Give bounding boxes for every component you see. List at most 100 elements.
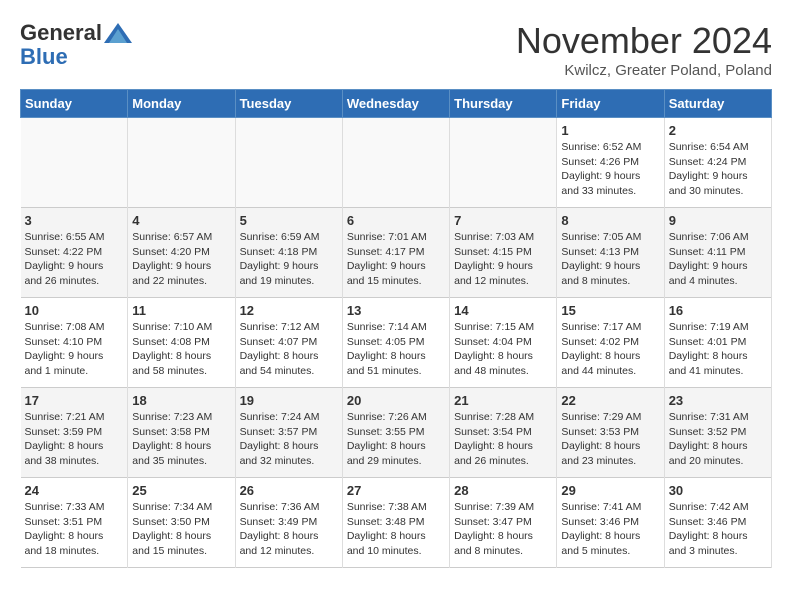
calendar-header-row: SundayMondayTuesdayWednesdayThursdayFrid… xyxy=(21,90,772,118)
month-title: November 2024 xyxy=(516,20,772,62)
weekday-header: Sunday xyxy=(21,90,128,118)
calendar-cell: 5 Sunrise: 6:59 AM Sunset: 4:18 PM Daylig… xyxy=(235,208,342,298)
day-info: Sunrise: 6:59 AM Sunset: 4:18 PM Dayligh… xyxy=(240,230,338,289)
day-info: Sunrise: 6:54 AM Sunset: 4:24 PM Dayligh… xyxy=(669,140,767,199)
day-number: 14 xyxy=(454,303,552,318)
calendar-cell: 6 Sunrise: 7:01 AM Sunset: 4:17 PM Daylig… xyxy=(342,208,449,298)
calendar-cell: 8Sunrise: 7:05 AM Sunset: 4:13 PM Daylig… xyxy=(557,208,664,298)
calendar-cell: 25 Sunrise: 7:34 AM Sunset: 3:50 PM Dayli… xyxy=(128,478,235,568)
calendar-cell xyxy=(128,118,235,208)
calendar-week-row: 3 Sunrise: 6:55 AM Sunset: 4:22 PM Daylig… xyxy=(21,208,772,298)
day-number: 8 xyxy=(561,213,659,228)
calendar-cell: 9 Sunrise: 7:06 AM Sunset: 4:11 PM Daylig… xyxy=(664,208,771,298)
calendar-table: SundayMondayTuesdayWednesdayThursdayFrid… xyxy=(20,89,772,568)
day-info: Sunrise: 7:10 AM Sunset: 4:08 PM Dayligh… xyxy=(132,320,230,379)
day-info: Sunrise: 6:52 AM Sunset: 4:26 PM Dayligh… xyxy=(561,140,659,199)
day-info: Sunrise: 7:01 AM Sunset: 4:17 PM Dayligh… xyxy=(347,230,445,289)
day-info: Sunrise: 7:38 AM Sunset: 3:48 PM Dayligh… xyxy=(347,500,445,559)
day-number: 29 xyxy=(561,483,659,498)
day-info: Sunrise: 7:06 AM Sunset: 4:11 PM Dayligh… xyxy=(669,230,767,289)
calendar-cell: 7Sunrise: 7:03 AM Sunset: 4:15 PM Daylig… xyxy=(450,208,557,298)
day-info: Sunrise: 7:21 AM Sunset: 3:59 PM Dayligh… xyxy=(25,410,124,469)
calendar-cell: 12 Sunrise: 7:12 AM Sunset: 4:07 PM Dayli… xyxy=(235,298,342,388)
logo-icon xyxy=(104,23,132,43)
day-info: Sunrise: 7:29 AM Sunset: 3:53 PM Dayligh… xyxy=(561,410,659,469)
calendar-cell: 19 Sunrise: 7:24 AM Sunset: 3:57 PM Dayli… xyxy=(235,388,342,478)
day-info: Sunrise: 7:24 AM Sunset: 3:57 PM Dayligh… xyxy=(240,410,338,469)
page-header: General Blue November 2024 Kwilcz, Great… xyxy=(20,20,772,79)
calendar-cell: 2Sunrise: 6:54 AM Sunset: 4:24 PM Daylig… xyxy=(664,118,771,208)
calendar-cell: 11 Sunrise: 7:10 AM Sunset: 4:08 PM Dayli… xyxy=(128,298,235,388)
calendar-cell: 27 Sunrise: 7:38 AM Sunset: 3:48 PM Dayli… xyxy=(342,478,449,568)
calendar-cell: 3 Sunrise: 6:55 AM Sunset: 4:22 PM Daylig… xyxy=(21,208,128,298)
calendar-cell: 26 Sunrise: 7:36 AM Sunset: 3:49 PM Dayli… xyxy=(235,478,342,568)
day-number: 12 xyxy=(240,303,338,318)
day-number: 1 xyxy=(561,123,659,138)
calendar-week-row: 24 Sunrise: 7:33 AM Sunset: 3:51 PM Dayli… xyxy=(21,478,772,568)
day-number: 3 xyxy=(25,213,124,228)
day-number: 19 xyxy=(240,393,338,408)
calendar-cell: 1 Sunrise: 6:52 AM Sunset: 4:26 PM Daylig… xyxy=(557,118,664,208)
weekday-header: Saturday xyxy=(664,90,771,118)
day-number: 7 xyxy=(454,213,552,228)
calendar-cell: 23Sunrise: 7:31 AM Sunset: 3:52 PM Dayli… xyxy=(664,388,771,478)
day-info: Sunrise: 7:17 AM Sunset: 4:02 PM Dayligh… xyxy=(561,320,659,379)
day-number: 13 xyxy=(347,303,445,318)
calendar-cell xyxy=(450,118,557,208)
day-info: Sunrise: 6:55 AM Sunset: 4:22 PM Dayligh… xyxy=(25,230,124,289)
day-number: 27 xyxy=(347,483,445,498)
day-number: 28 xyxy=(454,483,552,498)
day-number: 11 xyxy=(132,303,230,318)
day-info: Sunrise: 7:23 AM Sunset: 3:58 PM Dayligh… xyxy=(132,410,230,469)
calendar-cell: 28 Sunrise: 7:39 AM Sunset: 3:47 PM Dayli… xyxy=(450,478,557,568)
calendar-cell: 13Sunrise: 7:14 AM Sunset: 4:05 PM Dayli… xyxy=(342,298,449,388)
weekday-header: Monday xyxy=(128,90,235,118)
day-number: 9 xyxy=(669,213,767,228)
day-number: 24 xyxy=(25,483,124,498)
calendar-cell xyxy=(235,118,342,208)
calendar-week-row: 17 Sunrise: 7:21 AM Sunset: 3:59 PM Dayli… xyxy=(21,388,772,478)
day-number: 30 xyxy=(669,483,767,498)
day-number: 15 xyxy=(561,303,659,318)
day-number: 5 xyxy=(240,213,338,228)
day-info: Sunrise: 7:39 AM Sunset: 3:47 PM Dayligh… xyxy=(454,500,552,559)
day-info: Sunrise: 7:26 AM Sunset: 3:55 PM Dayligh… xyxy=(347,410,445,469)
calendar-cell: 30 Sunrise: 7:42 AM Sunset: 3:46 PM Dayli… xyxy=(664,478,771,568)
calendar-cell: 18Sunrise: 7:23 AM Sunset: 3:58 PM Dayli… xyxy=(128,388,235,478)
weekday-header: Tuesday xyxy=(235,90,342,118)
day-info: Sunrise: 7:41 AM Sunset: 3:46 PM Dayligh… xyxy=(561,500,659,559)
day-number: 16 xyxy=(669,303,767,318)
calendar-cell: 14 Sunrise: 7:15 AM Sunset: 4:04 PM Dayli… xyxy=(450,298,557,388)
calendar-cell xyxy=(21,118,128,208)
logo-blue-text: Blue xyxy=(20,44,68,69)
logo: General Blue xyxy=(20,20,132,70)
day-info: Sunrise: 7:08 AM Sunset: 4:10 PM Dayligh… xyxy=(25,320,124,379)
day-number: 6 xyxy=(347,213,445,228)
day-info: Sunrise: 7:36 AM Sunset: 3:49 PM Dayligh… xyxy=(240,500,338,559)
calendar-cell: 21Sunrise: 7:28 AM Sunset: 3:54 PM Dayli… xyxy=(450,388,557,478)
weekday-header: Friday xyxy=(557,90,664,118)
calendar-week-row: 1 Sunrise: 6:52 AM Sunset: 4:26 PM Daylig… xyxy=(21,118,772,208)
title-block: November 2024 Kwilcz, Greater Poland, Po… xyxy=(516,20,772,79)
calendar-cell: 22Sunrise: 7:29 AM Sunset: 3:53 PM Dayli… xyxy=(557,388,664,478)
calendar-cell: 29 Sunrise: 7:41 AM Sunset: 3:46 PM Dayli… xyxy=(557,478,664,568)
day-info: Sunrise: 6:57 AM Sunset: 4:20 PM Dayligh… xyxy=(132,230,230,289)
day-info: Sunrise: 7:15 AM Sunset: 4:04 PM Dayligh… xyxy=(454,320,552,379)
day-number: 25 xyxy=(132,483,230,498)
day-number: 4 xyxy=(132,213,230,228)
day-info: Sunrise: 7:33 AM Sunset: 3:51 PM Dayligh… xyxy=(25,500,124,559)
day-info: Sunrise: 7:42 AM Sunset: 3:46 PM Dayligh… xyxy=(669,500,767,559)
day-number: 21 xyxy=(454,393,552,408)
calendar-week-row: 10Sunrise: 7:08 AM Sunset: 4:10 PM Dayli… xyxy=(21,298,772,388)
calendar-cell: 16Sunrise: 7:19 AM Sunset: 4:01 PM Dayli… xyxy=(664,298,771,388)
calendar-cell: 15 Sunrise: 7:17 AM Sunset: 4:02 PM Dayli… xyxy=(557,298,664,388)
day-info: Sunrise: 7:12 AM Sunset: 4:07 PM Dayligh… xyxy=(240,320,338,379)
calendar-cell xyxy=(342,118,449,208)
day-number: 26 xyxy=(240,483,338,498)
logo-general-text: General xyxy=(20,20,102,46)
location-text: Kwilcz, Greater Poland, Poland xyxy=(516,62,772,79)
day-number: 17 xyxy=(25,393,124,408)
day-info: Sunrise: 7:34 AM Sunset: 3:50 PM Dayligh… xyxy=(132,500,230,559)
calendar-cell: 4 Sunrise: 6:57 AM Sunset: 4:20 PM Daylig… xyxy=(128,208,235,298)
calendar-cell: 24 Sunrise: 7:33 AM Sunset: 3:51 PM Dayli… xyxy=(21,478,128,568)
